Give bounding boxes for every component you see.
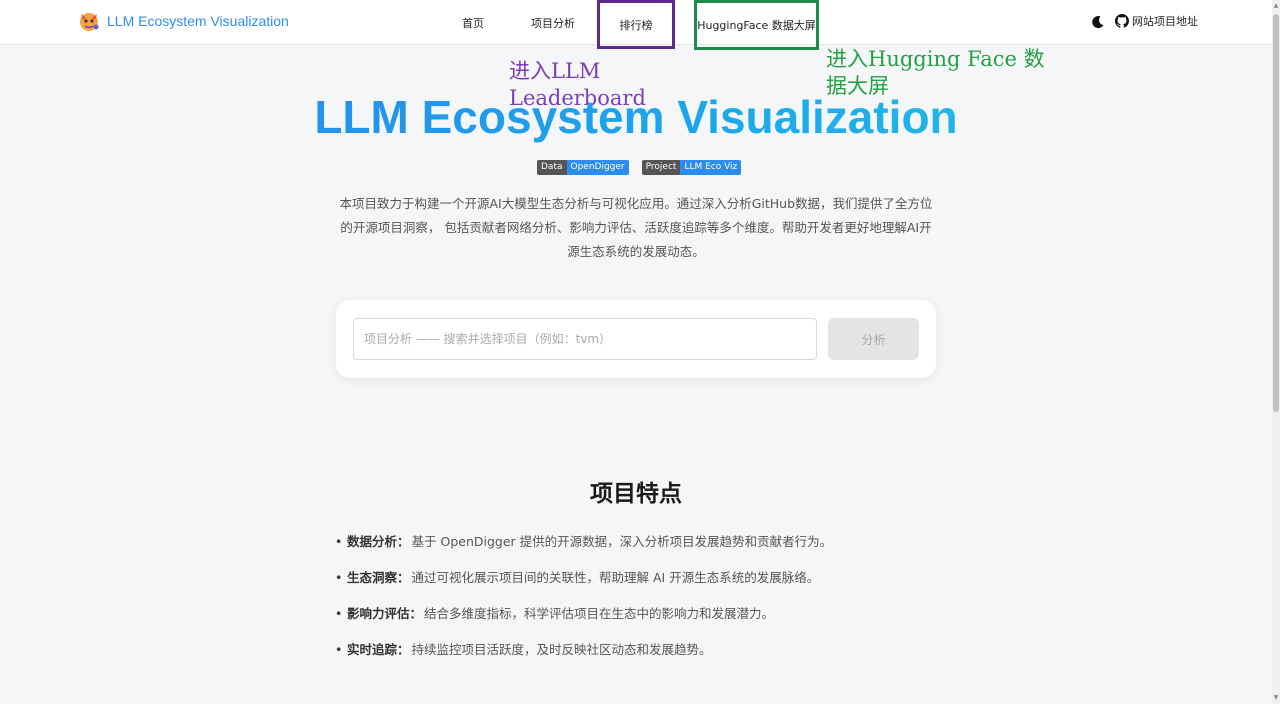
scroll-down-icon[interactable]: ▼ <box>1272 694 1280 702</box>
bullet: • <box>335 642 343 657</box>
moon-icon[interactable] <box>1091 14 1105 29</box>
data-badge[interactable]: Data OpenDigger <box>537 160 629 175</box>
list-item: • 生态洞察： 通过可视化展示项目间的关联性，帮助理解 AI 开源生态系统的发展… <box>335 566 832 602</box>
intro-text: 本项目致力于构建一个开源AI大模型生态分析与可视化应用。通过深入分析GitHub… <box>339 196 933 259</box>
bullet: • <box>335 606 343 621</box>
brand-title: LLM Ecosystem Visualization <box>107 13 289 29</box>
list-item: • 数据分析： 基于 OpenDigger 提供的开源数据，深入分析项目发展趋势… <box>335 530 832 566</box>
features-title: 项目特点 <box>590 481 682 507</box>
page-scrollbar[interactable]: ▲ ▼ <box>1272 0 1280 704</box>
feature-desc: 持续监控项目活跃度，及时反映社区动态和发展趋势。 <box>411 642 712 657</box>
header-actions: 网站项目地址 <box>1091 13 1198 29</box>
analyze-button[interactable]: 分析 <box>828 318 919 360</box>
feature-name: 影响力评估： <box>347 606 423 621</box>
feature-desc: 通过可视化展示项目间的关联性，帮助理解 AI 开源生态系统的发展脉络。 <box>411 570 820 585</box>
nav-project-analysis[interactable]: 项目分析 <box>526 0 580 45</box>
badge-row: Data OpenDigger Project LLM Eco Viz <box>537 160 742 175</box>
feature-name: 实时追踪： <box>347 642 410 657</box>
github-icon <box>1115 14 1129 28</box>
feature-name: 数据分析： <box>347 534 410 549</box>
bullet: • <box>335 534 343 549</box>
nav-leaderboard[interactable]: 排行榜 <box>597 0 675 49</box>
list-item: • 影响力评估： 结合多维度指标，科学评估项目在生态中的影响力和发展潜力。 <box>335 602 832 638</box>
badge-label: Data <box>537 160 567 175</box>
nav-huggingface-dashboard[interactable]: HuggingFace 数据大屏 <box>694 0 819 50</box>
badge-value: OpenDigger <box>566 160 629 175</box>
project-search-input[interactable] <box>353 318 817 360</box>
top-navbar: LLM Ecosystem Visualization 首页 项目分析 排行榜 … <box>0 0 1272 50</box>
list-item: • 实时追踪： 持续监控项目活跃度，及时反映社区动态和发展趋势。 <box>335 638 832 674</box>
feature-name: 生态洞察： <box>347 570 410 585</box>
github-link[interactable]: 网站项目地址 <box>1115 13 1198 29</box>
scroll-thumb[interactable] <box>1273 14 1279 412</box>
feature-desc: 基于 OpenDigger 提供的开源数据，深入分析项目发展趋势和贡献者行为。 <box>411 534 833 549</box>
badge-label: Project <box>641 160 681 175</box>
github-link-label: 网站项目地址 <box>1132 15 1198 28</box>
search-card: 分析 <box>336 300 936 378</box>
hero-title: LLM Ecosystem Visualization <box>0 90 1272 144</box>
features-list: • 数据分析： 基于 OpenDigger 提供的开源数据，深入分析项目发展趋势… <box>335 530 832 674</box>
brand[interactable]: LLM Ecosystem Visualization <box>77 9 289 33</box>
scroll-up-icon[interactable]: ▲ <box>1272 2 1280 10</box>
project-badge[interactable]: Project LLM Eco Viz <box>641 160 742 175</box>
bullet: • <box>335 570 343 585</box>
badge-value: LLM Eco Viz <box>680 160 742 175</box>
llama-logo-icon <box>77 9 101 33</box>
nav-home[interactable]: 首页 <box>450 0 496 45</box>
feature-desc: 结合多维度指标，科学评估项目在生态中的影响力和发展潜力。 <box>424 606 775 621</box>
